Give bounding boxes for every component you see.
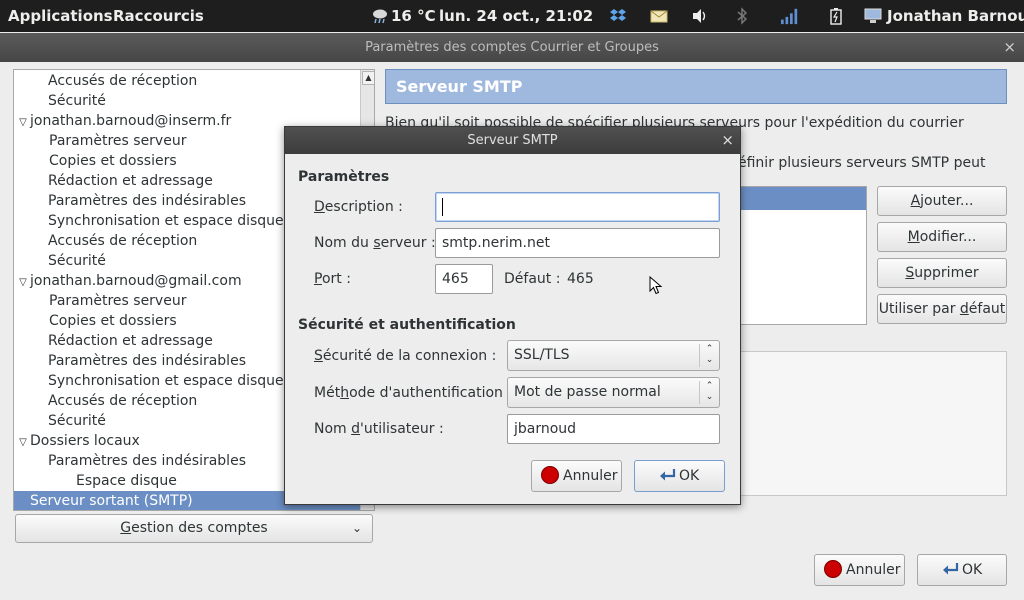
dialog-title: Serveur SMTP [467, 133, 558, 148]
volume-icon[interactable] [692, 7, 708, 25]
description-input[interactable] [435, 192, 720, 222]
set-default-button[interactable]: Utiliser par défaut [877, 294, 1007, 324]
text-caret [442, 198, 443, 216]
tree-item-label: jonathan.barnoud@gmail.com [30, 273, 242, 289]
description-label: Description : [314, 199, 403, 215]
enter-arrow-icon [660, 469, 676, 481]
network-signal-icon[interactable] [779, 7, 801, 25]
server-name-label: Nom du serveur : [314, 235, 436, 251]
tree-item-label: Rédaction et adressage [48, 333, 213, 349]
enter-arrow-icon [943, 563, 959, 575]
mail-notification-icon[interactable] [650, 7, 668, 25]
expander-open-icon[interactable]: ▽ [16, 113, 30, 133]
section-title-security: Sécurité et authentification [298, 317, 516, 333]
window-title: Paramètres des comptes Courrier et Group… [365, 40, 659, 55]
stop-icon [824, 560, 842, 578]
close-icon[interactable]: × [1003, 33, 1016, 62]
applications-menu[interactable]: Applications [8, 0, 113, 32]
connection-security-label: Sécurité de la connexion : [314, 348, 497, 364]
expander-open-icon[interactable]: ▽ [16, 433, 30, 453]
tree-item[interactable]: Sécurité [14, 91, 360, 111]
tree-item-label: Paramètres serveur [49, 293, 187, 309]
tree-item-label: Synchronisation et espace disque [48, 213, 284, 229]
tree-item-label: Dossiers locaux [30, 433, 140, 449]
tree-item-label: Copies et dossiers [49, 153, 177, 169]
bluetooth-icon[interactable] [735, 7, 749, 25]
tree-item-label: Accusés de réception [48, 233, 198, 249]
scroll-up-arrow-icon[interactable]: ▲ [362, 71, 374, 85]
dialog-cancel-button[interactable]: Annuler [531, 460, 622, 492]
auth-method-label: Méthode d'authentification : [314, 385, 513, 401]
user-monitor-icon[interactable] [864, 7, 882, 25]
chevron-down-icon: ⌄ [351, 521, 362, 535]
tree-item-label: Sécurité [48, 413, 106, 429]
tree-item-label: Serveur sortant (SMTP) [30, 493, 193, 509]
weather-temperature[interactable]: 16 °C [391, 0, 436, 32]
server-name-input[interactable]: smtp.nerim.net [435, 228, 720, 258]
dropbox-icon[interactable] [610, 7, 626, 25]
page-title: Serveur SMTP [385, 69, 1007, 104]
tree-item-label: Accusés de réception [48, 393, 198, 409]
dialog-ok-button[interactable]: OK [634, 460, 725, 492]
account-actions-label: Gestion des comptes [120, 520, 268, 536]
battery-icon[interactable] [829, 7, 843, 25]
mouse-pointer-icon [649, 276, 663, 295]
tree-item-label: Paramètres serveur [49, 133, 187, 149]
cancel-button[interactable]: Annuler [814, 554, 905, 586]
port-input[interactable]: 465 [435, 264, 493, 294]
default-port-value: 465 [567, 271, 594, 287]
top-panel: Applications Raccourcis 16 °C lun. 24 oc… [0, 0, 1024, 32]
delete-button[interactable]: Supprimer [877, 258, 1007, 288]
tree-item-label: Copies et dossiers [49, 313, 177, 329]
username-input[interactable]: jbarnoud [507, 414, 720, 444]
tree-item-label: Sécurité [48, 253, 106, 269]
clock[interactable]: lun. 24 oct., 21:02 [439, 0, 593, 32]
tree-item-label: Paramètres des indésirables [48, 353, 246, 369]
close-icon[interactable]: × [721, 127, 734, 154]
add-button[interactable]: Ajouter... [877, 186, 1007, 216]
auth-method-select[interactable]: Mot de passe normal ⌃ ⌄ [507, 377, 720, 408]
section-title-settings: Paramètres [298, 169, 390, 185]
tree-item-label: Accusés de réception [48, 73, 198, 89]
updown-arrows-icon: ⌃ ⌄ [699, 344, 719, 367]
tree-item-label: Synchronisation et espace disque [48, 373, 284, 389]
tree-item-label: Rédaction et adressage [48, 173, 213, 189]
tree-item[interactable]: Accusés de réception [14, 71, 360, 91]
port-label: Port : [314, 271, 351, 287]
window-titlebar[interactable]: Paramètres des comptes Courrier et Group… [0, 33, 1024, 62]
expander-open-icon[interactable]: ▽ [16, 273, 30, 293]
modify-button[interactable]: Modifier... [877, 222, 1007, 252]
connection-security-select[interactable]: SSL/TLS ⌃ ⌄ [507, 340, 720, 371]
updown-arrows-icon: ⌃ ⌄ [699, 381, 719, 404]
default-port-label: Défaut : [504, 271, 561, 287]
smtp-server-dialog: Serveur SMTP × Paramètres Description : … [284, 126, 741, 505]
tree-item-label: Paramètres des indésirables [48, 453, 246, 469]
dialog-titlebar[interactable]: Serveur SMTP × [285, 127, 740, 154]
tree-item-label: jonathan.barnoud@inserm.fr [30, 113, 232, 129]
stop-icon [541, 466, 559, 484]
ok-button[interactable]: OK [917, 554, 1007, 586]
shortcuts-menu[interactable]: Raccourcis [113, 0, 204, 32]
username-label: Nom d'utilisateur : [314, 421, 444, 437]
tree-item-label: Paramètres des indésirables [48, 193, 246, 209]
user-menu[interactable]: Jonathan Barnoud [887, 0, 1024, 32]
account-actions-button[interactable]: Gestion des comptes ⌄ [15, 514, 373, 543]
tree-item-label: Sécurité [48, 93, 106, 109]
weather-rain-icon[interactable] [370, 7, 390, 25]
tree-item-label: Espace disque [76, 473, 177, 489]
